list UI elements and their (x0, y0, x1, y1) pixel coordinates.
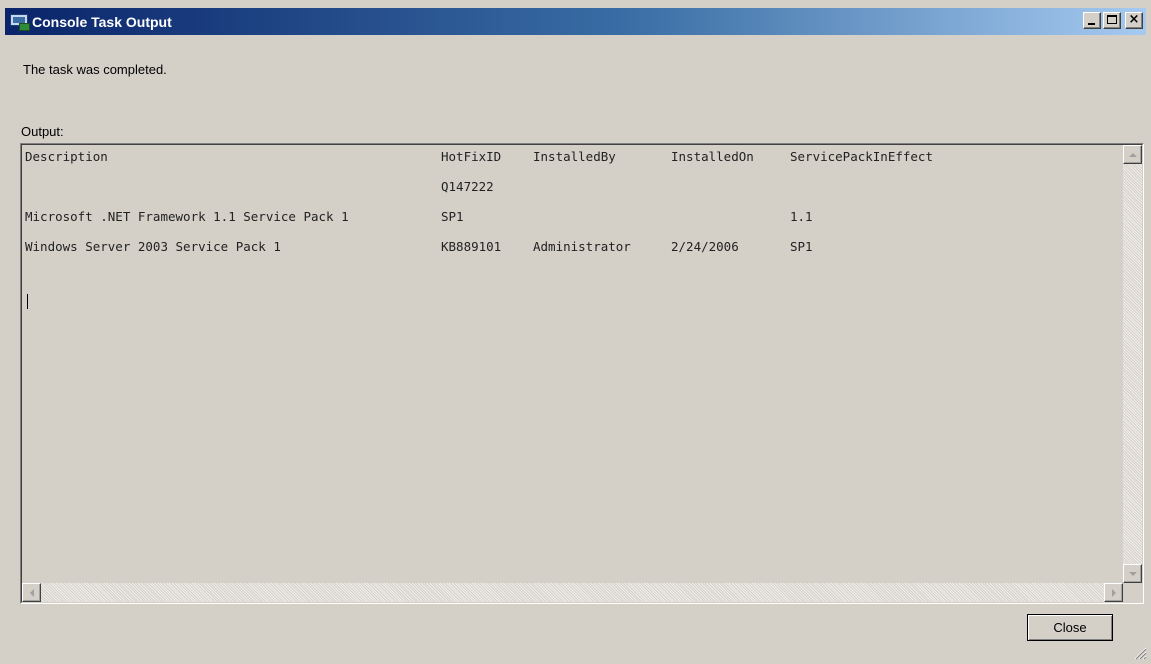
cell-installed-by: Administrator (533, 239, 631, 254)
close-window-button[interactable]: × (1125, 12, 1143, 29)
cell-hotfix-id: Q147222 (441, 179, 494, 194)
arrow-up-icon (1128, 152, 1137, 157)
column-header-installed-by: InstalledBy (533, 149, 616, 164)
close-button[interactable]: Close (1027, 614, 1113, 641)
arrow-right-icon (1111, 588, 1116, 597)
column-header-description: Description (25, 149, 108, 164)
minimize-button[interactable] (1083, 12, 1101, 29)
vertical-scrollbar[interactable] (1123, 145, 1142, 583)
column-header-installed-on: InstalledOn (671, 149, 754, 164)
output-row: Q147222 (25, 178, 494, 196)
cell-description: Microsoft .NET Framework 1.1 Service Pac… (25, 209, 349, 224)
arrow-down-icon (1128, 571, 1137, 576)
scrollbar-corner (1123, 583, 1142, 602)
column-header-service-pack: ServicePackInEffect (790, 149, 933, 164)
text-caret (27, 294, 28, 309)
maximize-icon (1107, 15, 1117, 24)
output-header-row: Description HotFixID InstalledBy Install… (25, 148, 933, 166)
cell-installed-on: 2/24/2006 (671, 239, 739, 254)
cell-description: Windows Server 2003 Service Pack 1 (25, 239, 281, 254)
scroll-down-button[interactable] (1123, 564, 1142, 583)
maximize-button[interactable] (1103, 12, 1121, 29)
scroll-right-button[interactable] (1104, 583, 1123, 602)
cell-service-pack: SP1 (790, 239, 813, 254)
column-header-hotfix-id: HotFixID (441, 149, 502, 164)
output-label: Output: (21, 124, 64, 139)
minimize-icon (1088, 23, 1095, 25)
cell-hotfix-id: KB889101 (441, 239, 502, 254)
horizontal-scrollbar[interactable] (22, 583, 1123, 602)
output-row: Microsoft .NET Framework 1.1 Service Pac… (25, 208, 813, 226)
cell-hotfix-id: SP1 (441, 209, 464, 224)
scroll-left-button[interactable] (22, 583, 41, 602)
console-app-icon (10, 13, 30, 31)
arrow-left-icon (29, 588, 34, 597)
cell-service-pack: 1.1 (790, 209, 813, 224)
window-controls: × (1083, 12, 1143, 29)
close-icon: × (1128, 12, 1140, 27)
resize-grip-icon[interactable] (1133, 646, 1147, 660)
output-row: Windows Server 2003 Service Pack 1 KB889… (25, 238, 813, 256)
scroll-up-button[interactable] (1123, 145, 1142, 164)
console-task-output-window: Console Task Output × The task was compl… (0, 0, 1151, 664)
window-title: Console Task Output (32, 13, 172, 30)
output-text-area[interactable]: Description HotFixID InstalledBy Install… (20, 143, 1144, 604)
status-message: The task was completed. (23, 62, 167, 77)
title-bar[interactable]: Console Task Output × (5, 8, 1146, 35)
output-content[interactable]: Description HotFixID InstalledBy Install… (25, 148, 1122, 580)
